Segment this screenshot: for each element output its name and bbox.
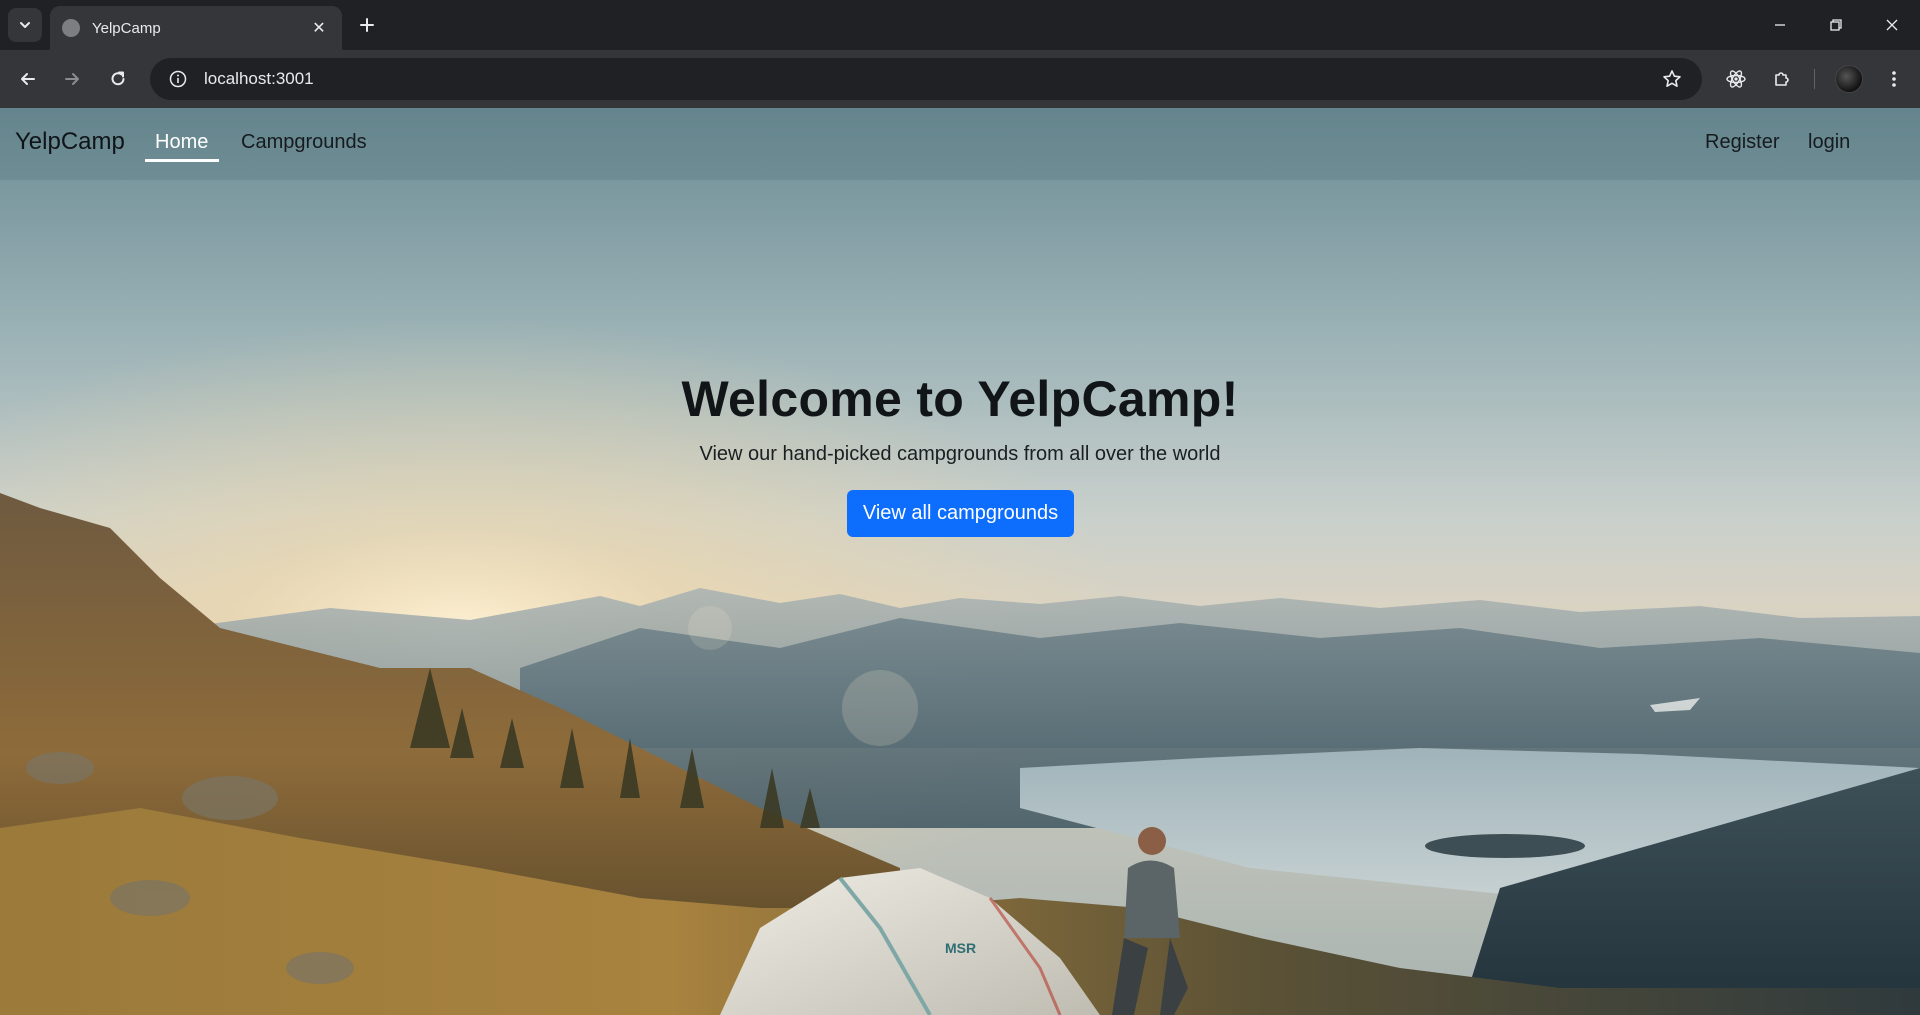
tab-search-button[interactable] (8, 8, 42, 42)
more-vertical-icon (1892, 71, 1896, 87)
chevron-down-icon (20, 22, 30, 28)
minimize-button[interactable] (1752, 0, 1808, 50)
url-text[interactable]: localhost:3001 (204, 69, 1652, 89)
hero-subtitle: View our hand-picked campgrounds from al… (699, 443, 1221, 465)
tab-title: YelpCamp (92, 19, 161, 37)
hero-background-image: MSR (0, 108, 1920, 1015)
window-controls (1752, 0, 1920, 50)
browser-tabbar: YelpCamp ✕ (0, 0, 1920, 50)
site-info-button[interactable] (158, 58, 198, 100)
nav-active-indicator (145, 159, 219, 162)
hero-title: Welcome to YelpCamp! (681, 371, 1239, 427)
restore-icon (1830, 19, 1842, 31)
browser-tab-active[interactable]: YelpCamp ✕ (50, 6, 342, 50)
reload-icon (111, 71, 125, 86)
nav-link-home[interactable]: Home (155, 131, 208, 154)
forward-button[interactable] (56, 63, 88, 95)
close-window-button[interactable] (1864, 0, 1920, 50)
bookmark-button[interactable] (1652, 58, 1692, 100)
react-devtools-extension[interactable] (1720, 63, 1752, 95)
minimize-icon (1775, 24, 1785, 26)
nav-link-login[interactable]: login (1808, 131, 1850, 154)
profile-avatar[interactable] (1835, 65, 1863, 93)
view-all-campgrounds-button[interactable]: View all campgrounds (847, 490, 1074, 537)
info-icon (169, 70, 187, 88)
close-icon[interactable]: ✕ (308, 17, 330, 39)
site-navbar: YelpCamp Home Campgrounds Register login (0, 108, 1920, 180)
arrow-right-icon (65, 73, 79, 85)
svg-text:MSR: MSR (945, 940, 976, 956)
nav-link-campgrounds[interactable]: Campgrounds (241, 131, 367, 154)
extensions-button[interactable] (1766, 63, 1798, 95)
plus-icon (360, 18, 374, 32)
page-viewport: MSR YelpCamp Home Campgrounds Register l… (0, 108, 1920, 1015)
back-button[interactable] (12, 63, 44, 95)
nav-link-register[interactable]: Register (1705, 131, 1779, 154)
address-bar[interactable]: localhost:3001 (150, 58, 1702, 100)
close-icon (1886, 19, 1898, 31)
browser-toolbar: localhost:3001 (0, 50, 1920, 108)
puzzle-icon (1775, 72, 1789, 86)
reload-button[interactable] (102, 63, 134, 95)
globe-icon (62, 19, 80, 37)
toolbar-divider (1814, 69, 1815, 89)
star-icon (1663, 70, 1681, 87)
react-icon (1726, 70, 1746, 88)
browser-menu-button[interactable] (1878, 63, 1910, 95)
brand-logo[interactable]: YelpCamp (15, 128, 125, 156)
restore-button[interactable] (1808, 0, 1864, 50)
arrow-left-icon (21, 73, 35, 85)
new-tab-button[interactable] (352, 10, 382, 40)
